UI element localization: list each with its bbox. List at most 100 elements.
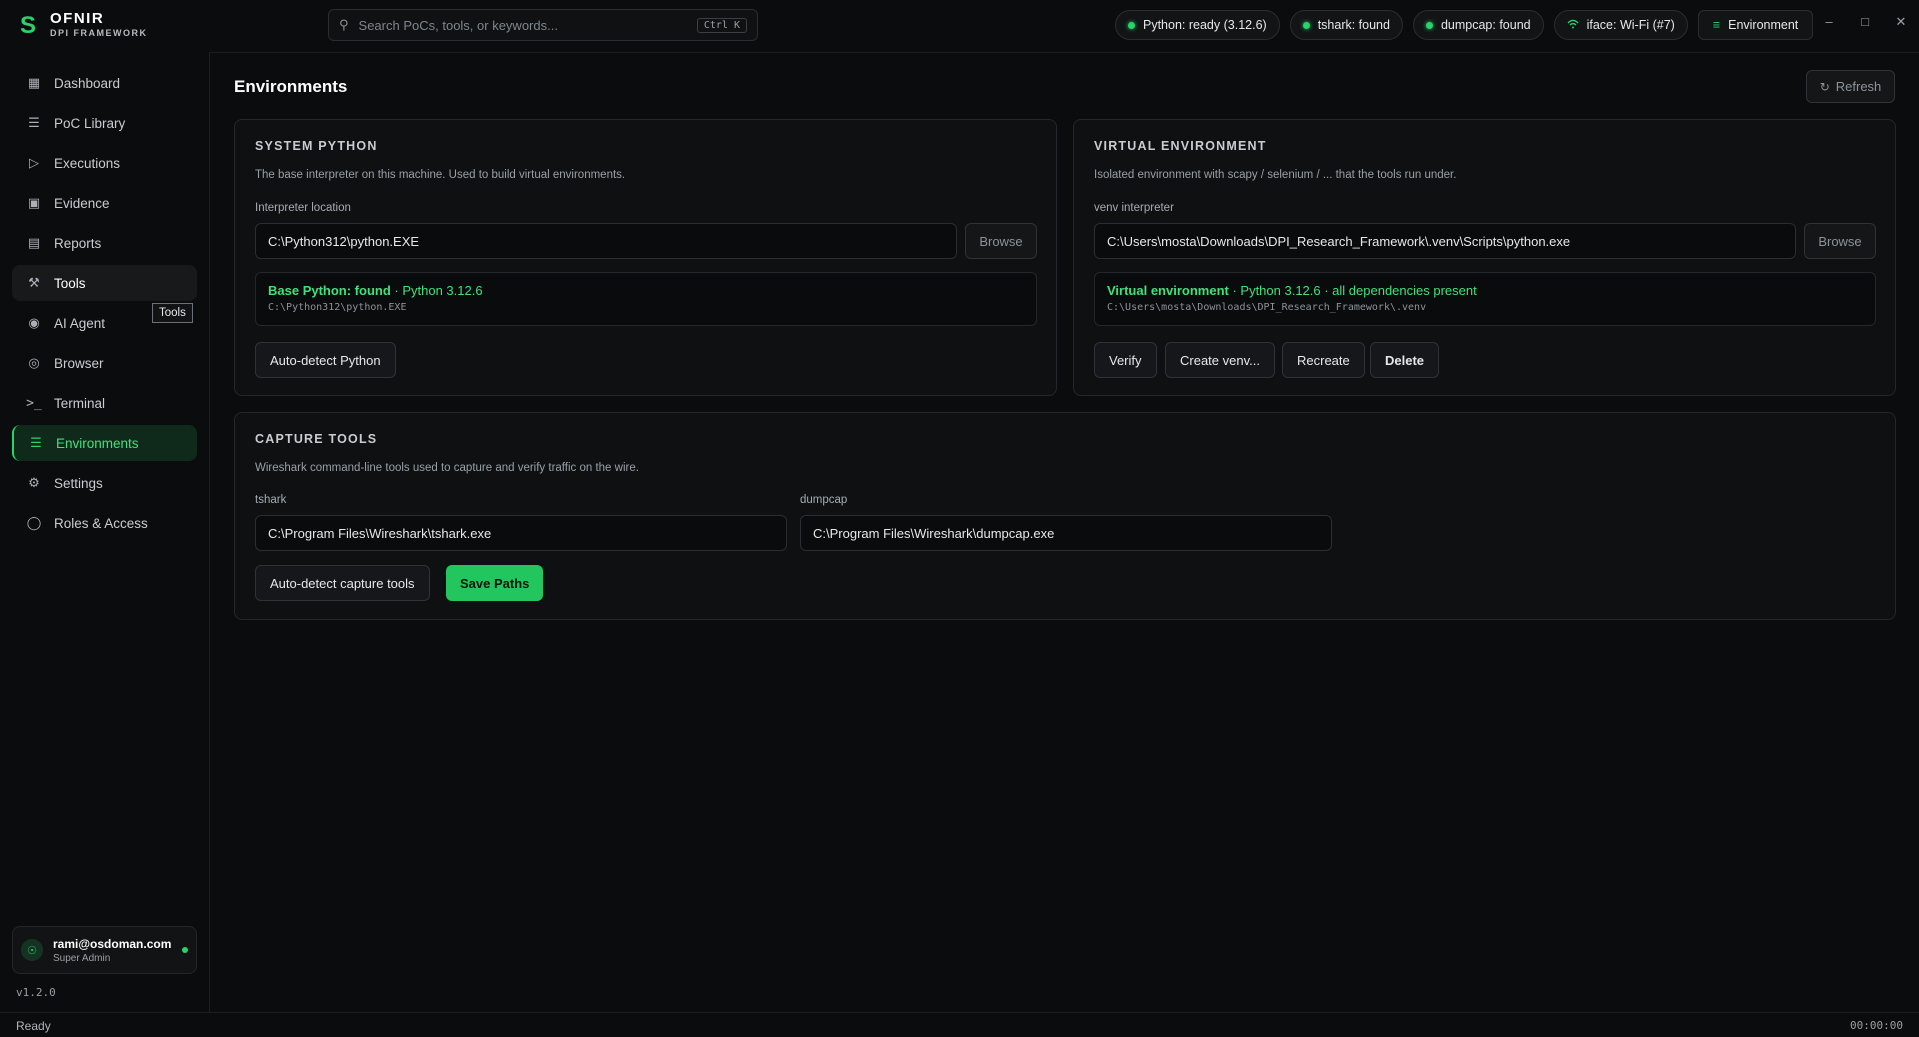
status-text: Ready: [16, 1019, 51, 1033]
sliders-icon: ≡: [1712, 18, 1721, 32]
auto-detect-python-button[interactable]: Auto-detect Python: [255, 342, 396, 378]
sidebar-item-tools[interactable]: ⚒ Tools: [12, 265, 197, 301]
recreate-button[interactable]: Recreate: [1282, 342, 1365, 378]
user-email: rami@osdoman.com: [53, 936, 172, 951]
browse-venv-button[interactable]: Browse: [1804, 223, 1876, 259]
panel-description: Wireshark command-line tools used to cap…: [255, 462, 639, 474]
minimize-icon[interactable]: –: [1811, 14, 1847, 30]
pill-label: dumpcap: found: [1440, 18, 1531, 32]
wifi-icon: [1567, 19, 1579, 32]
venv-interpreter-field[interactable]: C:\Users\mosta\Downloads\DPI_Research_Fr…: [1094, 223, 1796, 259]
document-icon: ▤: [27, 235, 41, 250]
verify-button[interactable]: Verify: [1094, 342, 1157, 378]
page-title: Environments: [234, 77, 348, 96]
refresh-icon: ↻: [1819, 79, 1830, 94]
gear-icon: ⚙: [28, 475, 40, 490]
delete-button[interactable]: Delete: [1370, 342, 1440, 378]
environment-button[interactable]: ≡ Environment: [1697, 10, 1814, 40]
search-icon: ⚲: [339, 17, 349, 32]
status-dot-icon: [1302, 21, 1310, 29]
status-dot-icon: [1128, 21, 1135, 29]
venv-status-rest: · Python 3.12.6 · all dependencies prese…: [1228, 283, 1477, 298]
status-bar: Ready 00:00:00: [0, 1012, 1919, 1037]
sidebar-item-label: Settings: [54, 475, 103, 491]
panel-title: VIRTUAL ENVIRONMENT: [1094, 139, 1267, 153]
search-shortcut: Ctrl K: [696, 17, 747, 33]
panel-title: SYSTEM PYTHON: [255, 139, 378, 153]
tshark-label: tshark: [255, 494, 287, 506]
close-icon[interactable]: ✕: [1883, 14, 1919, 30]
interface-status-pill[interactable]: iface: Wi-Fi (#7): [1553, 10, 1688, 40]
refresh-button[interactable]: ↻ Refresh: [1806, 70, 1895, 103]
app-version: v1.2.0: [16, 986, 56, 999]
python-status-line: Base Python: found · Python 3.12.6: [268, 283, 1024, 298]
sidebar-item-roles-access[interactable]: ◯ Roles & Access: [12, 505, 197, 541]
dumpcap-status-pill[interactable]: dumpcap: found: [1412, 10, 1544, 40]
venv-interpreter-label: venv interpreter: [1094, 202, 1174, 214]
capture-tools-panel: CAPTURE TOOLS Wireshark command-line too…: [234, 412, 1896, 620]
sidebar: ▦ Dashboard ☰ PoC Library ▷ Executions ▣…: [0, 52, 210, 1012]
logo-mark-icon: S: [19, 12, 36, 39]
layers-icon: ☰: [28, 115, 40, 130]
interpreter-location-field[interactable]: C:\Python312\python.EXE: [255, 223, 957, 259]
virtual-environment-panel: VIRTUAL ENVIRONMENT Isolated environment…: [1073, 119, 1896, 396]
sidebar-item-label: Evidence: [54, 195, 110, 211]
interpreter-location-label: Interpreter location: [255, 202, 351, 214]
tshark-path-field[interactable]: C:\Program Files\Wireshark\tshark.exe: [255, 515, 787, 551]
sidebar-item-terminal[interactable]: >_ Terminal: [12, 385, 197, 421]
status-timer: 00:00:00: [1850, 1019, 1903, 1032]
system-python-panel: SYSTEM PYTHON The base interpreter on th…: [234, 119, 1057, 396]
app-subtitle: DPI FRAMEWORK: [50, 28, 148, 38]
panel-title: CAPTURE TOOLS: [255, 432, 378, 446]
sidebar-item-browser[interactable]: ◎ Browser: [12, 345, 197, 381]
sidebar-item-label: Dashboard: [54, 75, 121, 91]
sidebar-item-dashboard[interactable]: ▦ Dashboard: [12, 65, 197, 101]
panel-description: Isolated environment with scapy / seleni…: [1094, 169, 1457, 181]
user-card[interactable]: ☉ rami@osdoman.com Super Admin: [12, 926, 197, 974]
status-pills: Python: ready (3.12.6) tshark: found dum…: [1115, 10, 1814, 40]
dumpcap-path-field[interactable]: C:\Program Files\Wireshark\dumpcap.exe: [800, 515, 1332, 551]
terminal-icon: >_: [26, 395, 42, 411]
sidebar-item-label: Terminal: [54, 395, 106, 411]
dumpcap-label: dumpcap: [800, 494, 848, 506]
tools-tooltip: Tools: [152, 303, 193, 323]
tshark-status-pill[interactable]: tshark: found: [1289, 10, 1403, 40]
top-bar: S OFNIR DPI FRAMEWORK ⚲ Search PoCs, too…: [0, 0, 1919, 53]
online-indicator: [182, 947, 188, 953]
archive-icon: ▣: [27, 195, 41, 210]
sidebar-item-evidence[interactable]: ▣ Evidence: [12, 185, 197, 221]
sidebar-item-label: Environments: [56, 435, 139, 451]
venv-status-line: Virtual environment · Python 3.12.6 · al…: [1107, 283, 1863, 298]
python-status-box: Base Python: found · Python 3.12.6 C:\Py…: [255, 272, 1037, 326]
maximize-icon[interactable]: □: [1847, 14, 1883, 30]
sidebar-item-environments[interactable]: ☰ Environments: [12, 425, 197, 461]
pill-label: tshark: found: [1317, 18, 1390, 32]
app-logo[interactable]: S OFNIR DPI FRAMEWORK: [16, 10, 148, 40]
browse-python-button[interactable]: Browse: [965, 223, 1037, 259]
status-dot-icon: [1425, 21, 1433, 29]
sidebar-item-poc-library[interactable]: ☰ PoC Library: [12, 105, 197, 141]
sidebar-item-label: Tools: [54, 275, 86, 291]
python-status-strong: Base Python: found: [268, 283, 391, 298]
search-input[interactable]: ⚲ Search PoCs, tools, or keywords... Ctr…: [328, 9, 758, 41]
sidebar-item-label: AI Agent: [54, 315, 106, 331]
venv-status-box: Virtual environment · Python 3.12.6 · al…: [1094, 272, 1876, 326]
python-status-path: C:\Python312\python.EXE: [268, 302, 407, 313]
sidebar-item-settings[interactable]: ⚙ Settings: [12, 465, 197, 501]
robot-icon: ◉: [28, 315, 40, 330]
sidebar-item-reports[interactable]: ▤ Reports: [12, 225, 197, 261]
python-status-pill[interactable]: Python: ready (3.12.6): [1115, 10, 1280, 40]
grid-icon: ▦: [27, 75, 41, 90]
sidebar-item-label: PoC Library: [54, 115, 126, 131]
shield-avatar-icon: ☉: [21, 939, 43, 961]
globe-icon: ◎: [28, 355, 40, 370]
sidebar-item-executions[interactable]: ▷ Executions: [12, 145, 197, 181]
sidebar-item-label: Browser: [54, 355, 104, 371]
save-paths-button[interactable]: Save Paths: [446, 565, 544, 601]
create-venv-button[interactable]: Create venv...: [1165, 342, 1275, 378]
sidebar-item-label: Executions: [54, 155, 121, 171]
auto-detect-capture-tools-button[interactable]: Auto-detect capture tools: [255, 565, 430, 601]
app-title: OFNIR: [50, 10, 105, 27]
server-icon: ☰: [30, 435, 42, 450]
panel-description: The base interpreter on this machine. Us…: [255, 169, 626, 181]
